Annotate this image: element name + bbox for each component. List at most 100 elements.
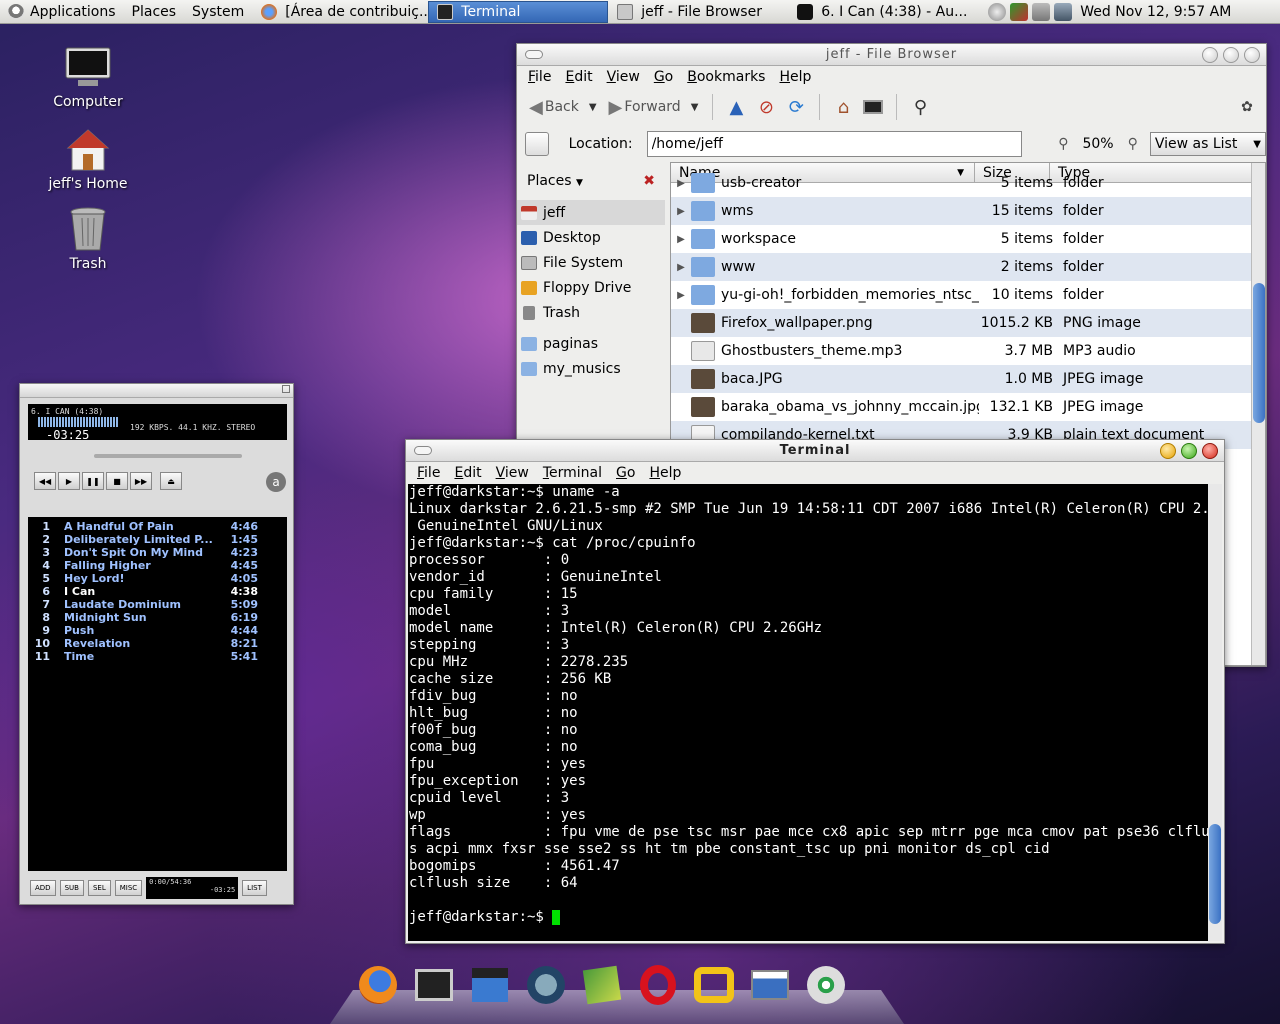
task-audacious[interactable]: 6. I Can (4:38) - Au... bbox=[788, 1, 974, 23]
player-close-icon[interactable] bbox=[282, 385, 290, 393]
display-icon[interactable] bbox=[1054, 2, 1073, 21]
zoom-in-icon[interactable]: ⚲ bbox=[1128, 136, 1138, 152]
sidebar-bookmark-paginas[interactable]: paginas bbox=[517, 331, 665, 356]
sidebar-item-jeff[interactable]: jeff bbox=[517, 200, 665, 225]
seek-bar[interactable] bbox=[94, 454, 242, 458]
playlist-item[interactable]: 11 Time 5:41 bbox=[28, 650, 287, 663]
location-input[interactable] bbox=[646, 131, 1023, 157]
menu-edit[interactable]: Edit bbox=[447, 465, 488, 481]
dock-terminal[interactable] bbox=[411, 960, 457, 1010]
elapsed-time[interactable]: -03:25 bbox=[46, 428, 89, 442]
dock-firefox[interactable] bbox=[355, 960, 401, 1010]
expander-icon[interactable]: ▶ bbox=[671, 234, 691, 245]
maximize-button[interactable] bbox=[1223, 47, 1239, 63]
dock-image-viewer[interactable] bbox=[579, 960, 625, 1010]
playlist-item[interactable]: 10 Revelation 8:21 bbox=[28, 637, 287, 650]
reload-button[interactable]: ⟳ bbox=[783, 94, 809, 120]
sidebar-mode-select[interactable]: Places ▼ bbox=[527, 173, 583, 189]
menu-file[interactable]: File bbox=[521, 69, 558, 85]
search-button[interactable]: ⚲ bbox=[907, 94, 933, 120]
sidebar-item-file-system[interactable]: File System bbox=[517, 250, 665, 275]
playlist-add-button[interactable]: ADD bbox=[30, 880, 56, 896]
menu-go[interactable]: Go bbox=[609, 465, 642, 481]
next-button[interactable]: ▶▶ bbox=[130, 472, 152, 490]
scrollbar-thumb[interactable] bbox=[1253, 283, 1265, 423]
task-terminal[interactable]: Terminal bbox=[428, 0, 609, 23]
forward-button[interactable]: ▶ Forward ▼ bbox=[605, 92, 703, 122]
network-icon[interactable] bbox=[988, 2, 1007, 21]
dock-music-player[interactable] bbox=[803, 960, 849, 1010]
minimize-button[interactable] bbox=[1160, 443, 1176, 459]
computer-button[interactable] bbox=[860, 94, 886, 120]
dock-file-manager[interactable] bbox=[747, 960, 793, 1010]
dock-wolf-app[interactable] bbox=[523, 960, 569, 1010]
system-menu[interactable]: System bbox=[184, 0, 252, 24]
menu-help[interactable]: Help bbox=[772, 69, 818, 85]
file-row[interactable]: ▶ yu-gi-oh!_forbidden_memories_ntsc_u 10 i… bbox=[671, 281, 1265, 309]
file-row[interactable]: ▶ wms 15 items folder bbox=[671, 197, 1265, 225]
task-firefox[interactable]: [Área de contribuiç... bbox=[252, 1, 428, 23]
playlist-item[interactable]: 3 Don't Spit On My Mind 4:23 bbox=[28, 546, 287, 559]
expander-icon[interactable]: ▶ bbox=[671, 262, 691, 273]
task-file-browser[interactable]: jeff - File Browser bbox=[608, 1, 788, 23]
menu-edit[interactable]: Edit bbox=[558, 69, 599, 85]
playlist-item[interactable]: 8 Midnight Sun 6:19 bbox=[28, 611, 287, 624]
playlist-item[interactable]: 7 Laudate Dominium 5:09 bbox=[28, 598, 287, 611]
sidebar-item-desktop[interactable]: Desktop bbox=[517, 225, 665, 250]
window-menu-button[interactable] bbox=[525, 50, 543, 59]
menu-help[interactable]: Help bbox=[642, 465, 688, 481]
file-list-scrollbar[interactable] bbox=[1251, 163, 1265, 665]
file-row[interactable]: baca.JPG 1.0 MB JPEG image bbox=[671, 365, 1265, 393]
sidebar-item-floppy[interactable]: Floppy Drive bbox=[517, 275, 665, 300]
clock[interactable]: Wed Nov 12, 9:57 AM bbox=[1080, 4, 1239, 20]
menu-file[interactable]: File bbox=[410, 465, 447, 481]
playlist-item[interactable]: 5 Hey Lord! 4:05 bbox=[28, 572, 287, 585]
toggle-location-icon[interactable] bbox=[525, 132, 549, 156]
playlist-item[interactable]: 1 A Handful Of Pain 4:46 bbox=[28, 520, 287, 533]
menu-bookmarks[interactable]: Bookmarks bbox=[680, 69, 772, 85]
minimize-button[interactable] bbox=[1202, 47, 1218, 63]
playlist-list-button[interactable]: LIST bbox=[242, 880, 267, 896]
sidebar-item-trash[interactable]: Trash bbox=[517, 300, 665, 325]
dock-video-editor[interactable] bbox=[467, 960, 513, 1010]
file-browser-titlebar[interactable]: jeff - File Browser bbox=[517, 44, 1266, 66]
desktop-home[interactable]: jeff's Home bbox=[33, 128, 143, 192]
menu-go[interactable]: Go bbox=[647, 69, 680, 85]
stop-button[interactable]: ⊘ bbox=[753, 94, 779, 120]
forward-history-dropdown-icon[interactable]: ▼ bbox=[691, 102, 699, 113]
expander-icon[interactable]: ▶ bbox=[671, 178, 691, 189]
places-menu[interactable]: Places bbox=[124, 0, 185, 24]
view-mode-select[interactable]: View as List ▼ bbox=[1149, 132, 1266, 156]
close-button[interactable] bbox=[1244, 47, 1260, 63]
sidebar-bookmark-my-musics[interactable]: my_musics bbox=[517, 356, 665, 381]
stop-button[interactable]: ■ bbox=[106, 472, 128, 490]
file-row[interactable]: ▶ usb-creator 5 items folder bbox=[671, 169, 1265, 197]
audacious-logo-icon[interactable]: a bbox=[266, 472, 286, 492]
maximize-button[interactable] bbox=[1181, 443, 1197, 459]
file-row[interactable]: ▶ workspace 5 items folder bbox=[671, 225, 1265, 253]
back-button[interactable]: ◀ Back ▼ bbox=[525, 92, 601, 122]
zoom-out-icon[interactable]: ⚲ bbox=[1058, 136, 1068, 152]
up-button[interactable]: ▲ bbox=[723, 94, 749, 120]
expander-icon[interactable]: ▶ bbox=[671, 290, 691, 301]
file-row[interactable]: ▶ www 2 items folder bbox=[671, 253, 1265, 281]
expander-icon[interactable]: ▶ bbox=[671, 206, 691, 217]
playlist-item[interactable]: 2 Deliberately Limited P... 1:45 bbox=[28, 533, 287, 546]
terminal-scrollbar[interactable] bbox=[1208, 484, 1222, 941]
dock-office[interactable] bbox=[691, 960, 737, 1010]
window-menu-button[interactable] bbox=[414, 446, 432, 455]
zoom-level[interactable]: 50% bbox=[1082, 136, 1113, 152]
file-row[interactable]: baraka_obama_vs_johnny_mccain.jpg 132.1 K… bbox=[671, 393, 1265, 421]
player-titlebar[interactable] bbox=[20, 384, 293, 398]
close-button[interactable] bbox=[1202, 443, 1218, 459]
update-icon[interactable] bbox=[1010, 2, 1029, 21]
trash-applet-icon[interactable] bbox=[1032, 2, 1051, 21]
dock-opera[interactable] bbox=[635, 960, 681, 1010]
desktop-trash[interactable]: Trash bbox=[33, 206, 143, 272]
menu-view[interactable]: View bbox=[600, 69, 647, 85]
play-button[interactable]: ▶ bbox=[58, 472, 80, 490]
pause-button[interactable]: ❚❚ bbox=[82, 472, 104, 490]
close-sidebar-icon[interactable]: ✖ bbox=[643, 173, 655, 189]
applications-menu[interactable]: Applications bbox=[0, 0, 124, 24]
eject-button[interactable]: ⏏ bbox=[160, 472, 182, 490]
